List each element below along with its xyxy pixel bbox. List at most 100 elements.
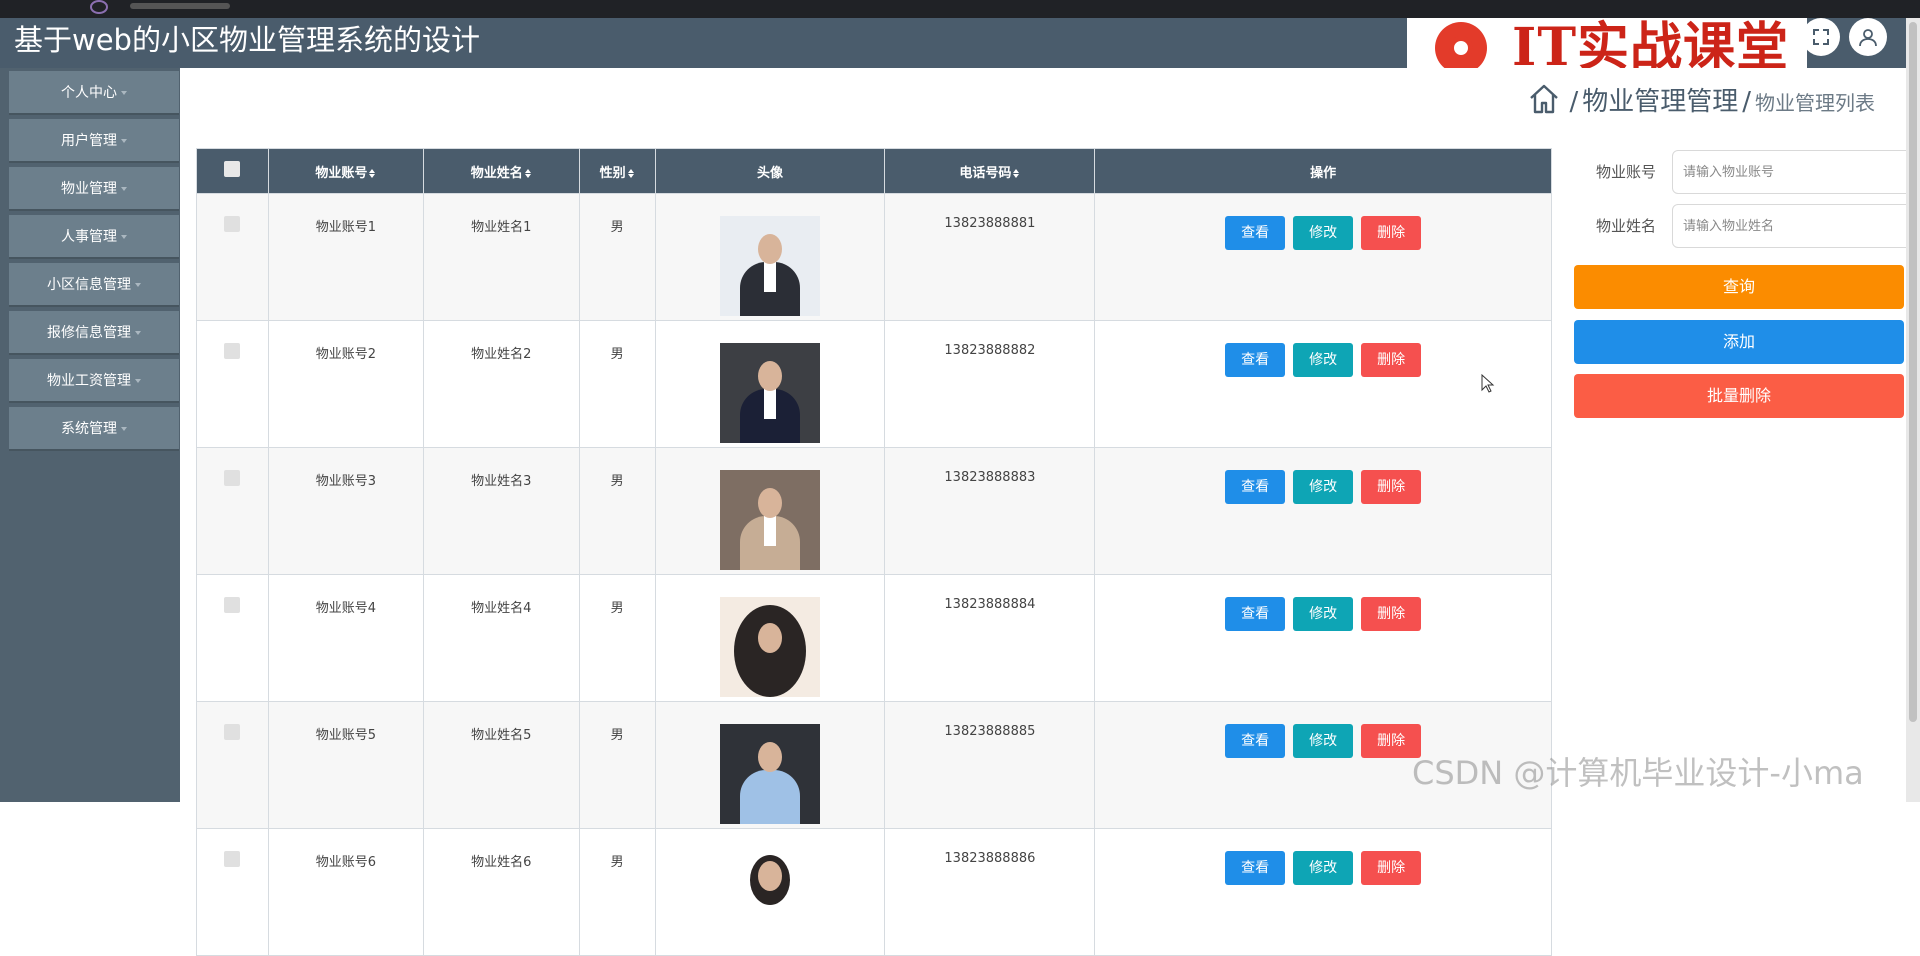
sidebar-item-repair-info[interactable]: 报修信息管理 (9, 311, 179, 355)
row-checkbox[interactable] (224, 216, 241, 232)
avatar-cell (654, 447, 886, 575)
name-cell: 物业姓名3 (422, 447, 580, 575)
name-search-row: 物业姓名 (1572, 204, 1912, 248)
sidebar-item-salary[interactable]: 物业工资管理 (9, 359, 179, 403)
sidebar-item-label: 人事管理 (61, 229, 117, 245)
table-row: 物业账号6 物业姓名6 男 13823888886 查看 修改 删除 (196, 828, 1552, 956)
col-name-header[interactable]: 物业姓名 (422, 148, 580, 194)
account-search-input[interactable] (1672, 150, 1912, 194)
caret-down-icon (135, 379, 141, 383)
gender-cell: 男 (578, 193, 656, 321)
phone-cell: 13823888881 (884, 193, 1096, 321)
name-cell: 物业姓名2 (422, 320, 580, 448)
breadcrumb: / 物业管理管理 / 物业管理列表 (1527, 82, 1875, 122)
name-search-input[interactable] (1672, 204, 1912, 248)
sidebar-item-hr[interactable]: 人事管理 (9, 215, 179, 259)
view-button[interactable]: 查看 (1225, 851, 1286, 885)
gender-cell: 男 (578, 828, 656, 956)
header-label: 性别 (599, 165, 626, 181)
caret-down-icon (121, 187, 127, 191)
phone-cell: 13823888885 (884, 701, 1096, 829)
row-checkbox[interactable] (224, 851, 241, 867)
avatar[interactable] (720, 470, 821, 570)
account-cell: 物业账号2 (267, 320, 424, 448)
sidebar-item-system[interactable]: 系统管理 (9, 407, 179, 451)
avatar[interactable] (720, 343, 821, 443)
property-table: 物业账号 物业姓名 性别 头像 电话号码 操作 物业账号1 物业姓名1 男 13… (196, 148, 1552, 956)
row-select-cell (196, 574, 269, 702)
browser-tab-text (130, 3, 230, 9)
sidebar-item-property[interactable]: 物业管理 (9, 167, 179, 211)
delete-button[interactable]: 删除 (1361, 343, 1422, 377)
gender-cell: 男 (578, 574, 656, 702)
phone-cell: 13823888886 (884, 828, 1096, 956)
caret-down-icon (121, 139, 127, 143)
sidebar-item-community-info[interactable]: 小区信息管理 (9, 263, 179, 307)
view-button[interactable]: 查看 (1225, 343, 1286, 377)
row-checkbox[interactable] (224, 470, 241, 486)
caret-down-icon (121, 235, 127, 239)
page-scrollbar[interactable] (1906, 18, 1920, 802)
avatar-cell (654, 828, 886, 956)
account-cell: 物业账号3 (267, 447, 424, 575)
edit-button[interactable]: 修改 (1293, 343, 1354, 377)
row-checkbox[interactable] (224, 597, 241, 613)
name-cell: 物业姓名1 (422, 193, 580, 321)
delete-button[interactable]: 删除 (1361, 597, 1422, 631)
edit-button[interactable]: 修改 (1293, 470, 1354, 504)
select-all-header (196, 148, 269, 194)
breadcrumb-page: 物业管理列表 (1755, 91, 1875, 115)
avatar-cell (654, 193, 886, 321)
col-gender-header[interactable]: 性别 (578, 148, 656, 194)
delete-button[interactable]: 删除 (1361, 851, 1422, 885)
home-icon[interactable] (1527, 82, 1561, 128)
col-phone-header[interactable]: 电话号码 (884, 148, 1096, 194)
col-account-header[interactable]: 物业账号 (267, 148, 424, 194)
browser-strip (0, 0, 1920, 18)
sort-icon (1013, 168, 1020, 178)
edit-button[interactable]: 修改 (1293, 724, 1354, 758)
row-checkbox[interactable] (224, 724, 241, 740)
delete-button[interactable]: 删除 (1361, 216, 1422, 250)
avatar[interactable] (720, 216, 821, 316)
expand-icon[interactable] (1802, 18, 1840, 56)
view-button[interactable]: 查看 (1225, 724, 1286, 758)
caret-down-icon (135, 331, 141, 335)
row-select-cell (196, 701, 269, 829)
sidebar-item-label: 系统管理 (61, 421, 117, 437)
name-cell: 物业姓名5 (422, 701, 580, 829)
edit-button[interactable]: 修改 (1293, 597, 1354, 631)
ops-cell: 查看 修改 删除 (1094, 574, 1552, 702)
cursor-icon (1481, 373, 1495, 398)
scrollbar-thumb[interactable] (1909, 22, 1917, 722)
avatar[interactable] (720, 724, 821, 824)
user-icon[interactable] (1849, 18, 1887, 56)
batch-delete-button[interactable]: 批量删除 (1574, 374, 1904, 418)
view-button[interactable]: 查看 (1225, 216, 1286, 250)
table-row: 物业账号5 物业姓名5 男 13823888885 查看 修改 删除 (196, 701, 1552, 829)
avatar[interactable] (720, 597, 821, 697)
row-select-cell (196, 193, 269, 321)
browser-icon (90, 0, 108, 14)
sidebar-item-label: 物业工资管理 (47, 373, 131, 389)
edit-button[interactable]: 修改 (1293, 216, 1354, 250)
sidebar-item-personal-center[interactable]: 个人中心 (9, 71, 179, 115)
query-button[interactable]: 查询 (1574, 265, 1904, 309)
breadcrumb-section[interactable]: 物业管理管理 (1582, 87, 1738, 117)
search-form: 物业账号 物业姓名 (1572, 150, 1912, 258)
row-checkbox[interactable] (224, 343, 241, 359)
ops-cell: 查看 修改 删除 (1094, 447, 1552, 575)
delete-button[interactable]: 删除 (1361, 470, 1422, 504)
view-button[interactable]: 查看 (1225, 597, 1286, 631)
header-label: 头像 (757, 165, 784, 181)
table-row: 物业账号1 物业姓名1 男 13823888881 查看 修改 删除 (196, 193, 1552, 321)
account-cell: 物业账号5 (267, 701, 424, 829)
view-button[interactable]: 查看 (1225, 470, 1286, 504)
gender-cell: 男 (578, 701, 656, 829)
col-ops-header: 操作 (1094, 148, 1552, 194)
edit-button[interactable]: 修改 (1293, 851, 1354, 885)
add-button[interactable]: 添加 (1574, 320, 1904, 364)
sidebar-item-users[interactable]: 用户管理 (9, 119, 179, 163)
avatar[interactable] (720, 851, 821, 951)
select-all-checkbox[interactable] (224, 161, 241, 177)
